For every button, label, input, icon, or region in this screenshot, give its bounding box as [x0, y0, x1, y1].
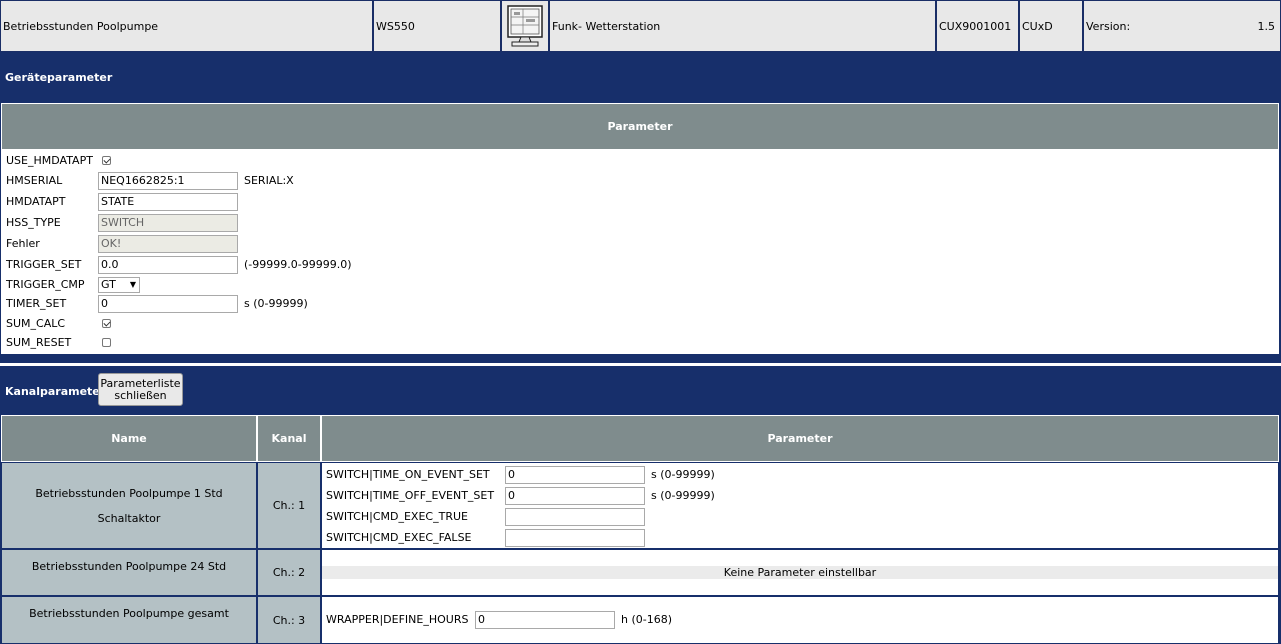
- ch1-param-row: SWITCH|CMD_EXEC_TRUE: [326, 507, 645, 526]
- close-button-line2: schließen: [114, 388, 167, 402]
- param-label: Fehler: [6, 237, 40, 250]
- ch3-name-cell: Betriebsstunden Poolpumpe gesamt: [1, 596, 257, 644]
- ch1-param-row: SWITCH|TIME_OFF_EVENT_SET 0 s (0-99999): [326, 486, 715, 505]
- param-label: SWITCH|CMD_EXEC_TRUE: [326, 510, 468, 523]
- device-name-cell: Betriebsstunden Poolpumpe: [0, 0, 373, 52]
- param-label: SWITCH|CMD_EXEC_FALSE: [326, 531, 472, 544]
- param-label: SUM_CALC: [6, 317, 66, 330]
- device-params-header-label: Parameter: [607, 120, 673, 133]
- param-row-sum-reset: SUM_RESET: [6, 333, 111, 352]
- param-label: WRAPPER|DEFINE_HOURS: [326, 613, 469, 626]
- param-row-hmserial: HMSERIAL NEQ1662825:1 SERIAL:X: [6, 171, 294, 190]
- time-on-event-set-input[interactable]: 0: [505, 465, 645, 484]
- ch1-type: Schaltaktor: [97, 511, 161, 525]
- ch2-channel-cell: Ch.: 2: [257, 549, 321, 596]
- ch3-param-row: WRAPPER|DEFINE_HOURS 0 h (0-168): [326, 610, 672, 629]
- sum-reset-checkbox[interactable]: [102, 338, 111, 347]
- device-image-cell: [501, 0, 549, 52]
- time-on-event-set-hint: s (0-99999): [651, 468, 715, 481]
- ch2-no-params: Keine Parameter einstellbar: [723, 566, 877, 579]
- hmserial-input[interactable]: NEQ1662825:1: [98, 171, 238, 190]
- col-header-channel: Kanal: [257, 415, 321, 462]
- device-name: Betriebsstunden Poolpumpe: [3, 19, 159, 33]
- use-hmdatapt-checkbox[interactable]: [102, 156, 111, 165]
- device-model-cell: WS550: [373, 0, 501, 52]
- device-params-table-header: Parameter: [1, 103, 1279, 150]
- ch1-param-row: SWITCH|TIME_ON_EVENT_SET 0 s (0-99999): [326, 465, 715, 484]
- ch3-channel-cell: Ch.: 3: [257, 596, 321, 644]
- version-label: Version:: [1086, 19, 1131, 33]
- col-header-params-label: Parameter: [767, 432, 833, 445]
- param-row-sum-calc: SUM_CALC: [6, 314, 111, 333]
- close-button-line1: Parameterliste: [100, 376, 181, 390]
- param-row-trigger-cmp: TRIGGER_CMP GT ▼: [6, 275, 140, 294]
- device-interface: CUxD: [1022, 19, 1053, 33]
- param-label: HMSERIAL: [6, 174, 63, 187]
- trigger-set-hint: (-99999.0-99999.0): [244, 258, 352, 271]
- ch3-name: Betriebsstunden Poolpumpe gesamt: [29, 607, 229, 620]
- sum-calc-checkbox[interactable]: [102, 319, 111, 328]
- param-label: TIMER_SET: [6, 297, 67, 310]
- device-description-cell: Funk- Wetterstation: [549, 0, 936, 52]
- ch2-no-params-bar: Keine Parameter einstellbar: [322, 566, 1278, 579]
- ch1-param-row: SWITCH|CMD_EXEC_FALSE: [326, 528, 645, 547]
- cmd-exec-true-input[interactable]: [505, 507, 645, 526]
- col-header-name-label: Name: [111, 432, 147, 445]
- fehler-input: OK!: [98, 234, 238, 253]
- ch2-name-cell: Betriebsstunden Poolpumpe 24 Std: [1, 549, 257, 596]
- ch1-name-cell: Betriebsstunden Poolpumpe 1 Std Schaltak…: [1, 462, 257, 549]
- chevron-down-icon: ▼: [129, 280, 136, 289]
- trigger-set-input[interactable]: 0.0: [98, 255, 238, 274]
- device-version-cell: Version: 1.5: [1083, 0, 1281, 52]
- col-header-channel-label: Kanal: [271, 432, 307, 445]
- device-description: Funk- Wetterstation: [552, 19, 661, 33]
- ch2-channel: Ch.: 2: [272, 566, 306, 579]
- param-label: SWITCH|TIME_ON_EVENT_SET: [326, 468, 490, 481]
- device-serial: CUX9001001: [939, 19, 1012, 33]
- param-label: SWITCH|TIME_OFF_EVENT_SET: [326, 489, 495, 502]
- hmdatapt-input[interactable]: STATE: [98, 192, 238, 211]
- time-off-event-set-input[interactable]: 0: [505, 486, 645, 505]
- col-header-params: Parameter: [321, 415, 1279, 462]
- ch2-name: Betriebsstunden Poolpumpe 24 Std: [31, 560, 227, 573]
- param-label: HMDATAPT: [6, 195, 66, 208]
- param-row-hmdatapt: HMDATAPT STATE: [6, 192, 238, 211]
- cmd-exec-false-input[interactable]: [505, 528, 645, 547]
- device-model: WS550: [376, 19, 415, 33]
- ch1-channel-cell: Ch.: 1: [257, 462, 321, 549]
- define-hours-input[interactable]: 0: [475, 610, 615, 629]
- timer-set-input[interactable]: 0: [98, 294, 238, 313]
- version-value: 1.5: [1257, 19, 1276, 33]
- col-header-name: Name: [1, 415, 257, 462]
- param-label: TRIGGER_CMP: [6, 278, 85, 291]
- device-interface-cell: CUxD: [1019, 0, 1083, 52]
- hss-type-input: SWITCH: [98, 213, 238, 232]
- ch1-channel: Ch.: 1: [272, 499, 306, 512]
- param-label: TRIGGER_SET: [6, 258, 82, 271]
- device-monitor-icon: [507, 5, 543, 47]
- time-off-event-set-hint: s (0-99999): [651, 489, 715, 502]
- param-row-hss-type: HSS_TYPE SWITCH: [6, 213, 238, 232]
- define-hours-hint: h (0-168): [621, 613, 673, 626]
- param-row-use-hmdatapt: USE_HMDATAPT: [6, 151, 111, 170]
- ch1-name: Betriebsstunden Poolpumpe 1 Std: [35, 486, 223, 500]
- device-serial-cell: CUX9001001: [936, 0, 1019, 52]
- param-row-timer-set: TIMER_SET 0 s (0-99999): [6, 294, 308, 313]
- param-label: HSS_TYPE: [6, 216, 61, 229]
- device-params-title: Geräteparameter: [5, 71, 113, 84]
- param-row-fehler: Fehler OK!: [6, 234, 238, 253]
- ch3-channel: Ch.: 3: [272, 613, 306, 627]
- trigger-cmp-value: GT: [101, 278, 116, 291]
- param-row-trigger-set: TRIGGER_SET 0.0 (-99999.0-99999.0): [6, 255, 352, 274]
- trigger-cmp-select[interactable]: GT ▼: [98, 276, 140, 293]
- param-label: SUM_RESET: [6, 336, 72, 349]
- close-param-list-button[interactable]: Parameterliste schließen: [98, 373, 183, 406]
- param-label: USE_HMDATAPT: [6, 154, 93, 167]
- channel-params-title: Kanalparameter: [5, 385, 106, 398]
- timer-set-hint: s (0-99999): [244, 297, 308, 310]
- hmserial-hint: SERIAL:X: [244, 174, 294, 187]
